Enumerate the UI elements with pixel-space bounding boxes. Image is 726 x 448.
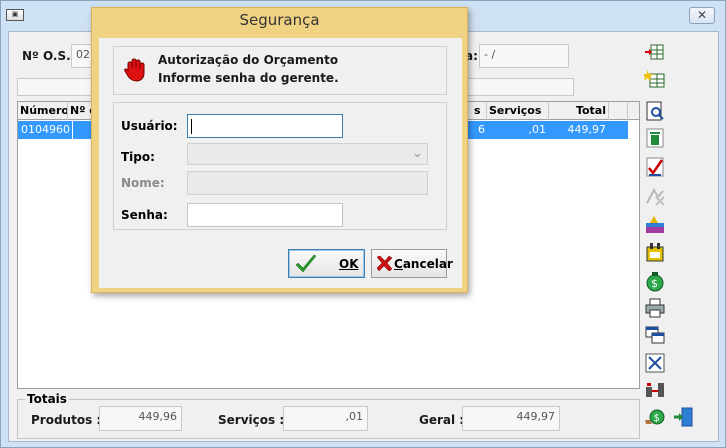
ok-label: OK xyxy=(339,257,359,271)
split-icon xyxy=(645,353,665,373)
cancel-x-icon xyxy=(376,255,393,272)
print-icon xyxy=(645,298,665,318)
money-button[interactable]: $ xyxy=(642,268,668,294)
insert-row-button[interactable] xyxy=(642,39,668,65)
calendar-button[interactable] xyxy=(642,239,668,265)
calendar-icon xyxy=(646,243,664,262)
security-dialog: Segurança Autorização do Orçamento Infor… xyxy=(91,7,468,293)
os-number-label: Nº O.S.: xyxy=(22,49,76,63)
dialog-title: Segurança xyxy=(239,11,320,29)
transfer-button[interactable] xyxy=(642,377,668,403)
auth-title: Autorização do Orçamento xyxy=(158,53,339,67)
approve-icon xyxy=(646,157,664,177)
usuario-label: Usuário: xyxy=(121,119,178,133)
cell-numero: 0104960 xyxy=(21,123,70,136)
nome-field xyxy=(187,171,428,195)
servicos-total-field: ,01 xyxy=(283,406,368,431)
svg-text:$: $ xyxy=(651,277,658,290)
split-button[interactable] xyxy=(642,350,668,376)
svg-text:$: $ xyxy=(654,413,660,424)
delete-button[interactable] xyxy=(642,125,668,151)
servicos-label: Serviços : xyxy=(218,413,285,427)
col-partial[interactable]: s xyxy=(472,102,487,120)
transfer-icon xyxy=(646,383,664,397)
preview-button[interactable] xyxy=(642,98,668,124)
preview-icon xyxy=(646,101,664,121)
tipo-select[interactable]: ⌄ xyxy=(187,143,428,165)
cancel-button[interactable]: Cancelar xyxy=(371,249,453,278)
auth-instruction: Informe senha do gerente. xyxy=(158,71,339,85)
date-field[interactable]: - / xyxy=(479,44,569,68)
copy-window-button[interactable] xyxy=(642,322,668,348)
delete-icon xyxy=(646,128,664,148)
dialog-body: Autorização do Orçamento Informe senha d… xyxy=(99,38,462,288)
right-toolbar: $ $ xyxy=(642,36,693,442)
checkmark-icon xyxy=(295,254,317,273)
exit-door-icon xyxy=(674,407,693,427)
exit-button[interactable] xyxy=(670,404,696,430)
cell-total: 449,97 xyxy=(567,123,607,136)
edit-picture-button[interactable] xyxy=(642,211,668,237)
geral-total-field: 449,97 xyxy=(462,406,560,431)
col-total[interactable]: Total xyxy=(549,102,609,120)
col-servicos[interactable]: Serviços xyxy=(487,102,549,120)
new-grid-button[interactable] xyxy=(642,66,668,92)
window-close-button[interactable]: ✕ xyxy=(689,7,715,24)
ok-button[interactable]: OK xyxy=(288,249,365,278)
senha-input[interactable] xyxy=(187,203,343,227)
money-icon: $ xyxy=(646,272,664,292)
produtos-label: Produtos : xyxy=(31,413,102,427)
edit-picture-icon xyxy=(646,216,664,233)
cell-divider xyxy=(72,121,73,139)
app-logo-icon[interactable]: ▣ xyxy=(6,9,24,21)
senha-label: Senha: xyxy=(121,208,168,222)
new-grid-icon xyxy=(644,70,665,88)
text-caret xyxy=(191,119,192,134)
disabled-tool-button[interactable] xyxy=(642,183,668,209)
auth-message-box: Autorização do Orçamento Informe senha d… xyxy=(113,46,447,95)
copy-window-icon xyxy=(645,326,665,344)
print-button[interactable] xyxy=(642,295,668,321)
credentials-box: Usuário: Tipo: ⌄ Nome: Senha: xyxy=(113,102,447,230)
approve-button[interactable] xyxy=(642,154,668,180)
totais-title: Totais xyxy=(25,392,69,406)
tipo-label: Tipo: xyxy=(121,150,155,164)
geral-label: Geral : xyxy=(419,413,465,427)
money-hand-icon: $ xyxy=(645,409,665,425)
stop-hand-icon xyxy=(124,58,145,82)
nome-label: Nome: xyxy=(121,176,165,190)
col-extra xyxy=(609,102,628,120)
cancel-label: Cancelar xyxy=(394,257,453,271)
chevron-down-icon: ⌄ xyxy=(412,146,423,161)
cell-servicos: ,01 xyxy=(528,123,547,136)
usuario-input[interactable] xyxy=(187,114,343,138)
disabled-tool-icon xyxy=(646,187,665,206)
produtos-total-field: 449,96 xyxy=(99,406,182,431)
money-hand-button[interactable]: $ xyxy=(642,404,668,430)
insert-row-icon xyxy=(645,44,664,60)
col-numero[interactable]: Número xyxy=(18,102,68,120)
